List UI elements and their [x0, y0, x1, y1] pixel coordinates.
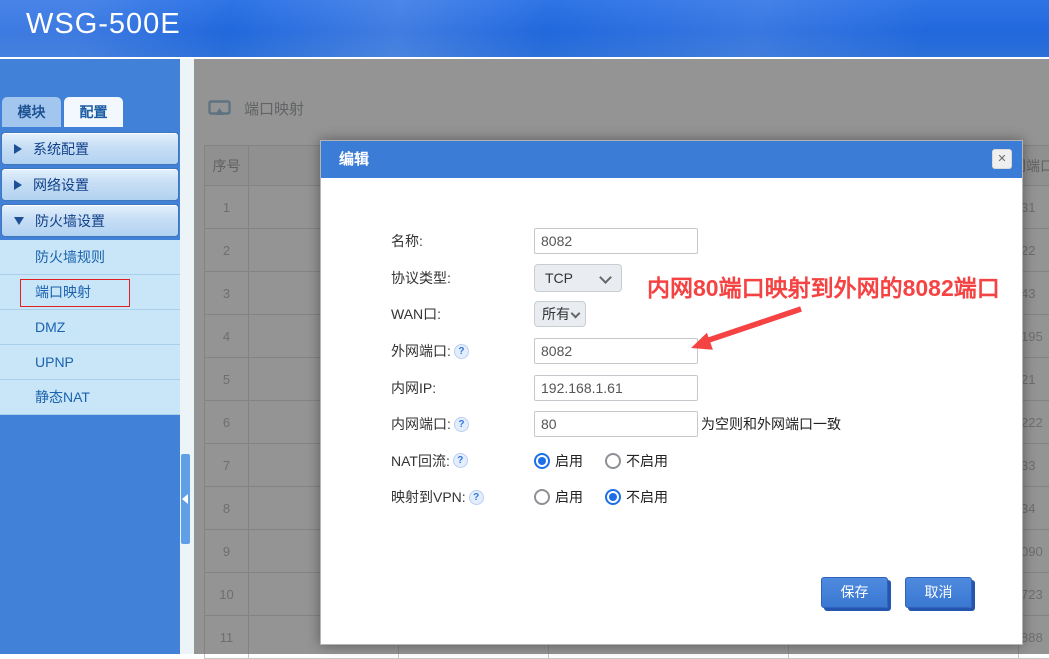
sidebar-tabs: 模块 配置	[0, 97, 180, 127]
help-icon[interactable]: ?	[453, 453, 468, 468]
sidebar-item-label: 网络设置	[33, 175, 89, 195]
chevron-down-icon	[599, 271, 612, 284]
map-vpn-radio-group: 启用 不启用	[534, 487, 668, 507]
external-port-label: 外网端口: ?	[391, 341, 534, 361]
sidebar-item-dmz[interactable]: DMZ	[0, 310, 180, 345]
lan-ip-label: 内网IP:	[391, 378, 534, 398]
top-banner: WSG-500E	[0, 0, 1049, 59]
annotation-text: 内网80端口映射到外网的8082端口	[647, 269, 1000, 303]
selection-highlight-box	[20, 279, 130, 307]
lan-port-field[interactable]	[534, 411, 698, 437]
collapse-arrow-icon	[182, 494, 188, 504]
dialog-buttons: 保存 取消	[821, 577, 972, 608]
protocol-select-value: TCP	[545, 270, 573, 286]
sidebar-item-label: 系统配置	[33, 139, 89, 159]
sidebar-item-label: 防火墙规则	[35, 249, 105, 265]
sidebar-item-firewall-settings[interactable]: 防火墙设置	[1, 204, 179, 237]
radio-selected-icon	[605, 489, 621, 505]
sidebar-menu: 系统配置 网络设置 防火墙设置 防火墙规则 端口映射 DMZ UPNP	[0, 132, 180, 415]
help-icon[interactable]: ?	[454, 344, 469, 359]
chevron-down-icon	[14, 217, 24, 225]
map-vpn-disable-option[interactable]: 不启用	[605, 487, 668, 507]
sidebar: 模块 配置 系统配置 网络设置 防火墙设置 防火墙规则 端口映射 DMZ	[0, 59, 180, 654]
wan-label: WAN口:	[391, 304, 534, 324]
external-port-field[interactable]	[534, 338, 698, 364]
form-row-lan-port: 内网端口: ? 为空则和外网端口一致	[391, 406, 841, 443]
annotation-arrow-icon	[686, 303, 806, 355]
sidebar-item-label: 防火墙设置	[35, 211, 105, 231]
save-button[interactable]: 保存	[821, 577, 888, 608]
lan-port-label: 内网端口: ?	[391, 414, 534, 434]
nat-loopback-radio-group: 启用 不启用	[534, 451, 668, 471]
dialog-header: 编辑 ✕	[321, 141, 1022, 178]
nat-loopback-disable-option[interactable]: 不启用	[605, 451, 668, 471]
protocol-label: 协议类型:	[391, 268, 534, 288]
sidebar-item-upnp[interactable]: UPNP	[0, 345, 180, 380]
radio-option-label: 启用	[555, 451, 583, 471]
chevron-right-icon	[14, 144, 22, 154]
sidebar-item-firewall-rules[interactable]: 防火墙规则	[0, 240, 180, 275]
form-row-name: 名称:	[391, 223, 841, 260]
wan-select[interactable]: 所有	[534, 301, 586, 327]
radio-option-label: 不启用	[626, 451, 668, 471]
radio-selected-icon	[534, 453, 550, 469]
name-field[interactable]	[534, 228, 698, 254]
sidebar-edge-strip	[180, 59, 194, 654]
map-vpn-label: 映射到VPN: ?	[391, 487, 534, 507]
cancel-button[interactable]: 取消	[905, 577, 972, 608]
help-icon[interactable]: ?	[454, 417, 469, 432]
radio-option-label: 不启用	[626, 487, 668, 507]
sidebar-item-label: UPNP	[35, 354, 74, 370]
sidebar-item-static-nat[interactable]: 静态NAT	[0, 380, 180, 415]
sidebar-item-label: DMZ	[35, 319, 65, 335]
sidebar-item-port-mapping[interactable]: 端口映射	[0, 275, 180, 310]
form-row-map-vpn: 映射到VPN: ? 启用 不启用	[391, 479, 841, 516]
sidebar-collapse-handle[interactable]	[181, 454, 190, 544]
sidebar-item-label: 静态NAT	[35, 389, 90, 405]
sidebar-item-system-config[interactable]: 系统配置	[1, 132, 179, 165]
form-row-nat-loopback: NAT回流: ? 启用 不启用	[391, 443, 841, 480]
chevron-down-icon	[571, 309, 581, 319]
lan-port-note: 为空则和外网端口一致	[701, 414, 841, 434]
form-row-lan-ip: 内网IP:	[391, 369, 841, 406]
chevron-right-icon	[14, 180, 22, 190]
nat-loopback-label: NAT回流: ?	[391, 451, 534, 471]
dialog-title: 编辑	[321, 141, 1022, 178]
firewall-submenu: 防火墙规则 端口映射 DMZ UPNP 静态NAT	[0, 240, 180, 415]
edit-form: 名称: 协议类型: TCP WAN口: 所有 外网端口:	[391, 223, 841, 516]
product-logo: WSG-500E	[0, 0, 1049, 41]
help-icon[interactable]: ?	[469, 490, 484, 505]
close-icon[interactable]: ✕	[992, 149, 1012, 169]
nat-loopback-enable-option[interactable]: 启用	[534, 451, 583, 471]
sidebar-item-network-settings[interactable]: 网络设置	[1, 168, 179, 201]
tab-module[interactable]: 模块	[2, 97, 61, 127]
edit-dialog: 编辑 ✕ 名称: 协议类型: TCP WAN口: 所有	[320, 140, 1023, 645]
protocol-select[interactable]: TCP	[534, 264, 622, 292]
name-label: 名称:	[391, 231, 534, 251]
radio-option-label: 启用	[555, 487, 583, 507]
map-vpn-enable-option[interactable]: 启用	[534, 487, 583, 507]
radio-unselected-icon	[605, 453, 621, 469]
wan-select-value: 所有	[542, 304, 570, 324]
lan-ip-field[interactable]	[534, 375, 698, 401]
radio-unselected-icon	[534, 489, 550, 505]
tab-config[interactable]: 配置	[64, 97, 123, 127]
